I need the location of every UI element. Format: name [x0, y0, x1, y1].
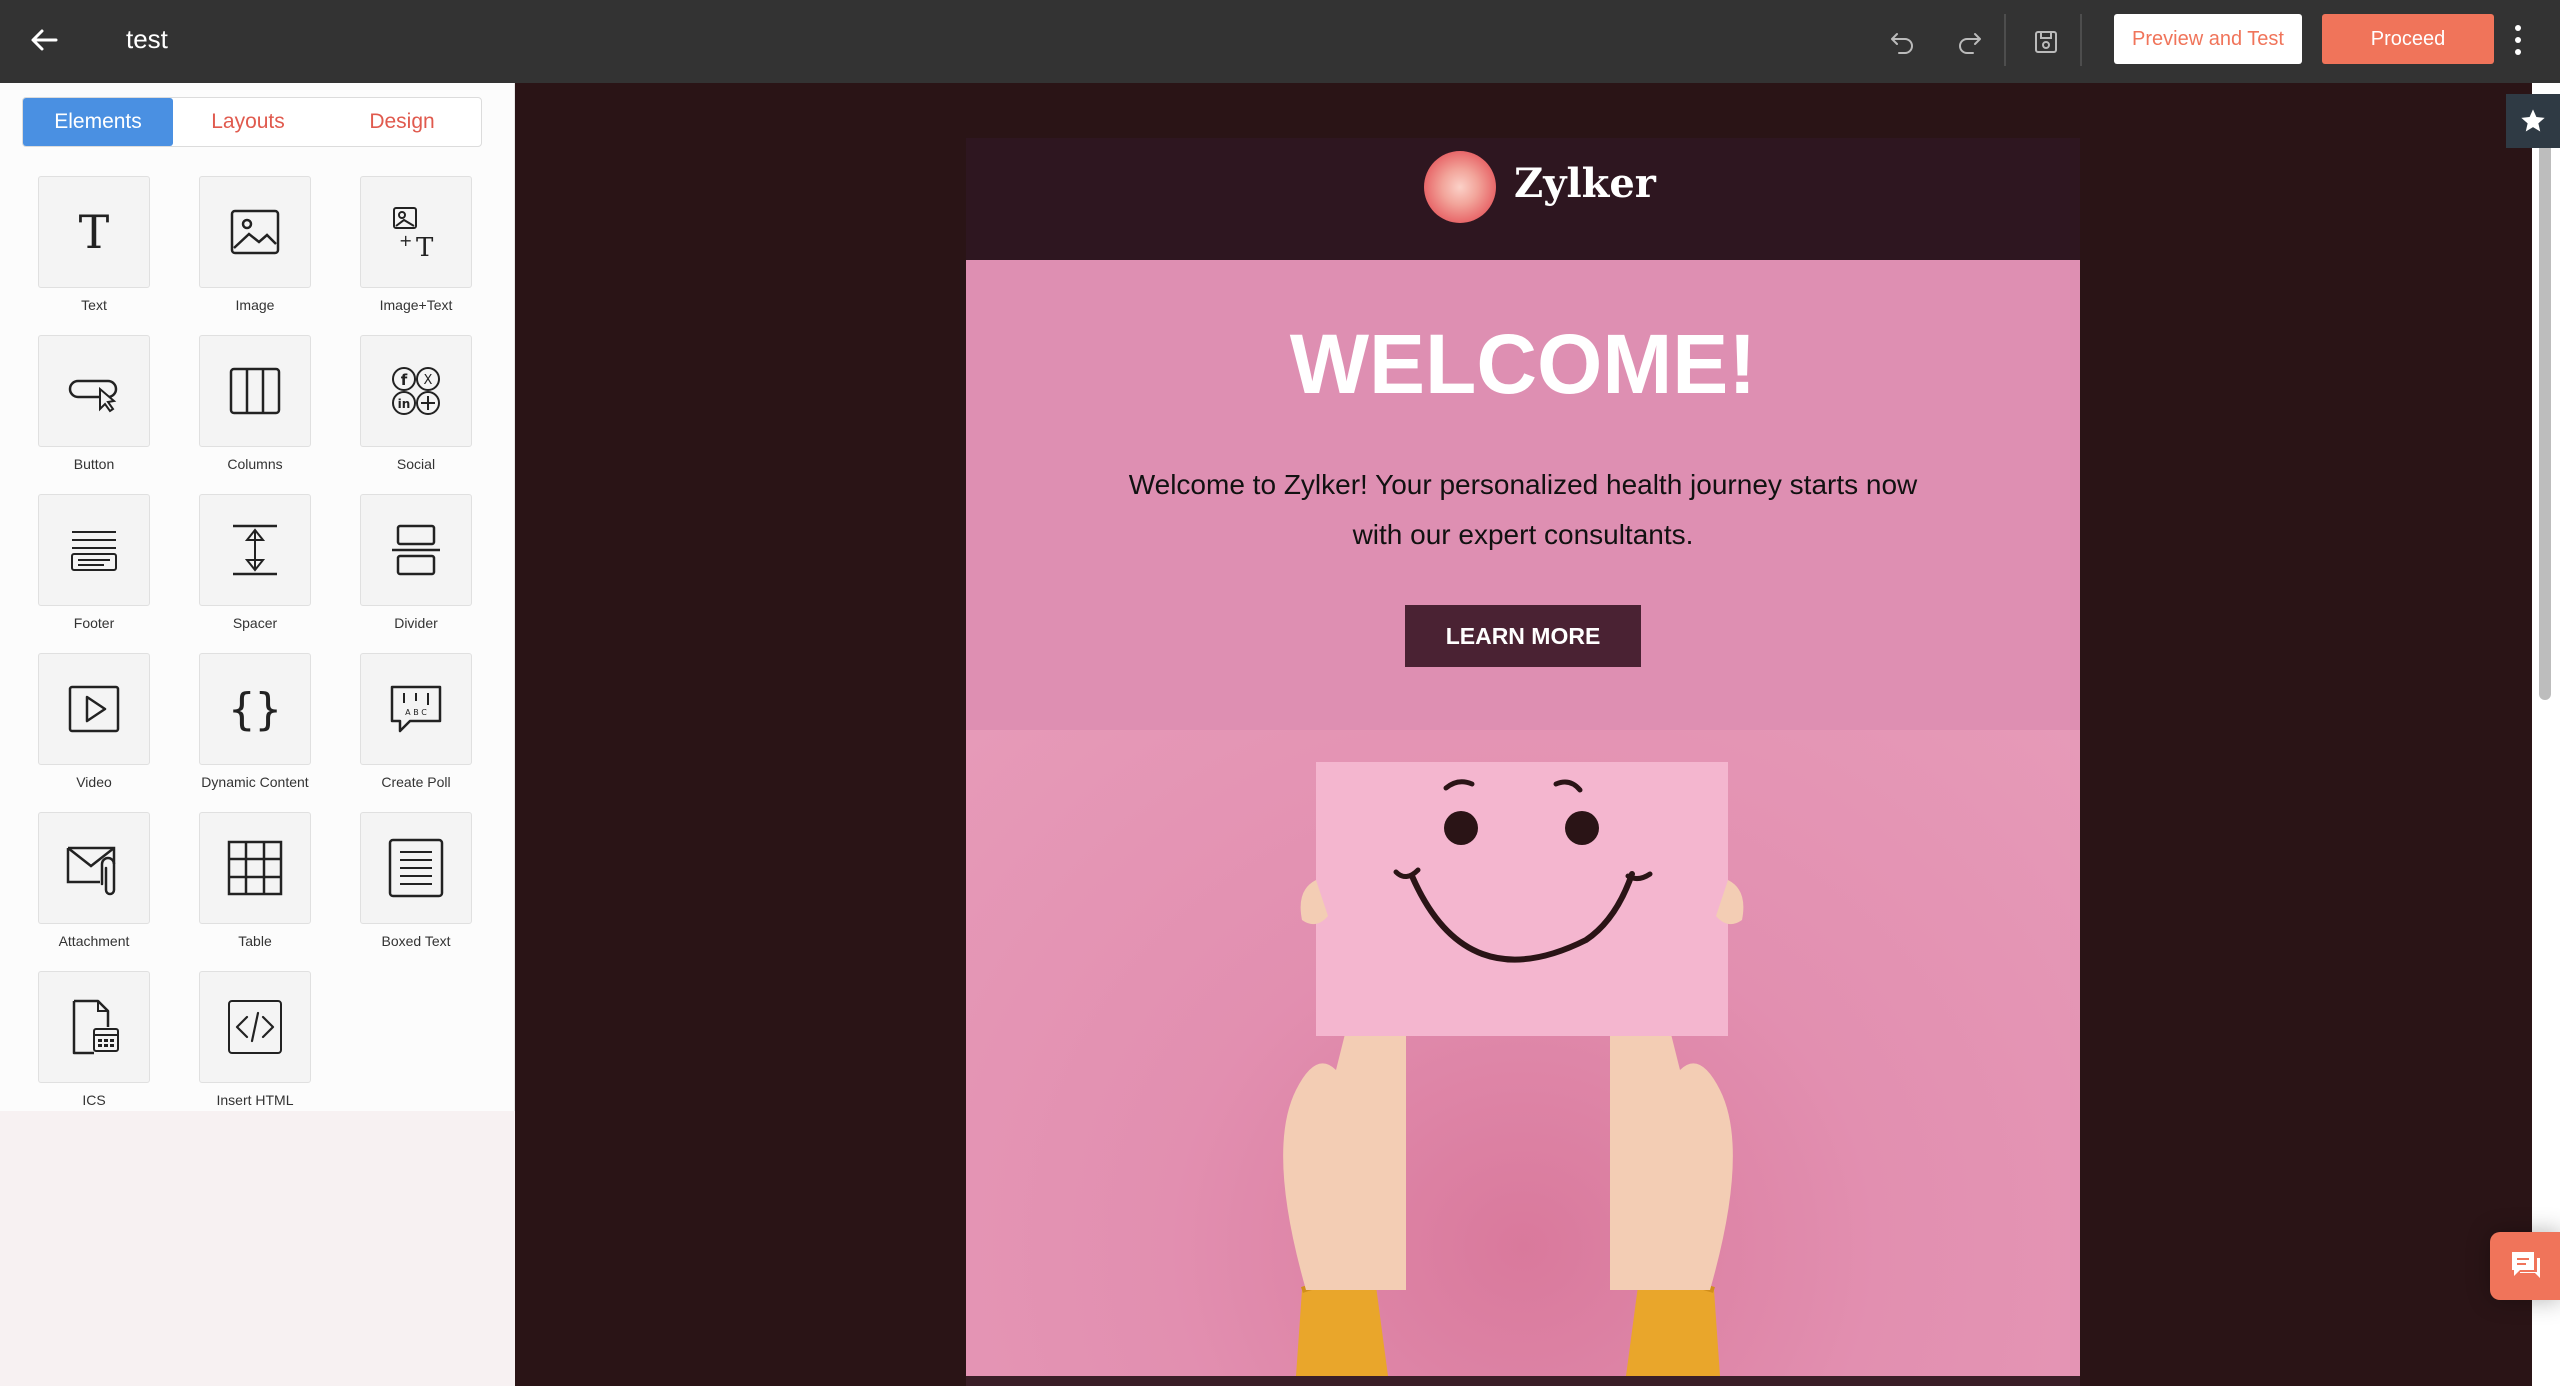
element-tile-text[interactable]: T [38, 176, 150, 288]
element-label: ICS [82, 1092, 106, 1108]
element-label: Divider [394, 615, 438, 631]
element-label: Insert HTML [216, 1092, 294, 1108]
brand-logo [1424, 151, 1496, 223]
redo-button[interactable] [1948, 20, 1992, 64]
video-icon [68, 685, 120, 733]
svg-text:T: T [416, 233, 434, 262]
dynamic-content-icon: {} [229, 684, 282, 735]
html-icon [228, 1000, 282, 1054]
element-label: Image+Text [379, 297, 453, 313]
columns-icon [229, 367, 281, 415]
preview-and-test-button[interactable]: Preview and Test [2114, 14, 2302, 64]
undo-icon [1891, 33, 1913, 54]
hero-image[interactable] [966, 730, 2080, 1376]
poll-icon: A B C [390, 685, 442, 733]
element-tile-boxed-text[interactable] [360, 812, 472, 924]
svg-text:X: X [424, 373, 433, 388]
svg-text:in: in [398, 397, 411, 411]
element-tile-divider[interactable] [360, 494, 472, 606]
intro-text[interactable]: Welcome to Zylker! Your personalized hea… [1116, 460, 1930, 560]
element-tile-insert-html[interactable] [199, 971, 311, 1083]
element-label: Attachment [58, 933, 130, 949]
chat-button[interactable] [2490, 1232, 2560, 1300]
email-preview: Zylker WELCOME! Welcome to Zylker! Your … [966, 138, 2080, 1386]
element-label: Footer [73, 615, 115, 631]
tab-elements[interactable]: Elements [23, 98, 173, 146]
save-button[interactable] [2024, 20, 2068, 64]
element-tile-footer[interactable] [38, 494, 150, 606]
top-bar: test Preview and Test Proceed [0, 0, 2560, 83]
element-tile-image[interactable] [199, 176, 311, 288]
footer-icon [71, 531, 117, 571]
element-label: Spacer [232, 615, 278, 631]
toolbar-divider [2004, 14, 2006, 66]
svg-text:f: f [401, 371, 408, 389]
element-label: Social [396, 456, 436, 472]
element-tile-columns[interactable] [199, 335, 311, 447]
canvas-scrollbar-thumb[interactable] [2539, 140, 2551, 700]
svg-text:A B C: A B C [405, 708, 427, 717]
image-text-icon: + T [393, 207, 434, 262]
email-body[interactable]: WELCOME! Welcome to Zylker! Your persona… [966, 260, 2080, 1376]
redo-icon [1959, 33, 1981, 54]
back-button[interactable] [22, 18, 66, 62]
chat-icon [2512, 1252, 2540, 1278]
image-icon [230, 209, 280, 255]
element-tile-create-poll[interactable]: A B C [360, 653, 472, 765]
svg-text:{}: {} [229, 684, 282, 735]
boxed-text-icon [388, 838, 444, 898]
element-label: Create Poll [381, 774, 451, 790]
element-label: Boxed Text [381, 933, 451, 949]
elements-panel-body: Elements Layouts Design T Text Image + T … [0, 83, 515, 1111]
email-footer-strip [966, 1376, 2080, 1386]
element-tile-video[interactable] [38, 653, 150, 765]
element-label: Text [81, 297, 107, 313]
element-tile-table[interactable] [199, 812, 311, 924]
element-label: Dynamic Content [201, 774, 309, 790]
element-label: Image [235, 297, 275, 313]
back-arrow-icon [31, 29, 58, 51]
tab-layouts[interactable]: Layouts [173, 98, 323, 146]
element-tile-attachment[interactable] [38, 812, 150, 924]
element-label: Video [76, 774, 112, 790]
element-label: Table [238, 933, 272, 949]
element-label: Columns [227, 456, 283, 472]
proceed-button[interactable]: Proceed [2322, 14, 2494, 64]
attachment-icon [66, 846, 116, 896]
element-label: Button [73, 456, 115, 472]
text-icon: T [79, 205, 110, 259]
panel-tabs: Elements Layouts Design [22, 97, 482, 147]
kebab-menu-icon[interactable] [2506, 18, 2530, 62]
ics-icon [72, 999, 119, 1055]
learn-more-button[interactable]: LEARN MORE [1405, 605, 1641, 667]
element-tile-image-text[interactable]: + T [360, 176, 472, 288]
svg-text:+: + [399, 231, 412, 250]
tab-design[interactable]: Design [323, 98, 481, 146]
element-tile-ics[interactable] [38, 971, 150, 1083]
brand-name: Zylker [1514, 160, 1656, 207]
social-icon: f Xin [392, 367, 440, 415]
favorite-button[interactable] [2506, 94, 2560, 148]
elements-panel: Elements Layouts Design T Text Image + T … [0, 83, 515, 1386]
spacer-icon [233, 524, 277, 576]
email-header[interactable]: Zylker [966, 138, 2080, 260]
table-icon [227, 840, 283, 896]
save-icon [2035, 31, 2057, 53]
undo-button[interactable] [1880, 20, 1924, 64]
element-tile-spacer[interactable] [199, 494, 311, 606]
element-tile-button[interactable] [38, 335, 150, 447]
svg-text:T: T [79, 205, 110, 259]
document-title: test [126, 24, 168, 54]
divider-icon [392, 524, 440, 576]
element-tile-social[interactable]: f Xin [360, 335, 472, 447]
smiley-card-illustration [1283, 762, 1744, 1376]
element-tile-dynamic-content[interactable]: {} [199, 653, 311, 765]
welcome-heading[interactable]: WELCOME! [966, 316, 2080, 413]
star-icon [2521, 109, 2545, 132]
button-icon [68, 379, 118, 413]
toolbar-divider [2080, 14, 2082, 66]
